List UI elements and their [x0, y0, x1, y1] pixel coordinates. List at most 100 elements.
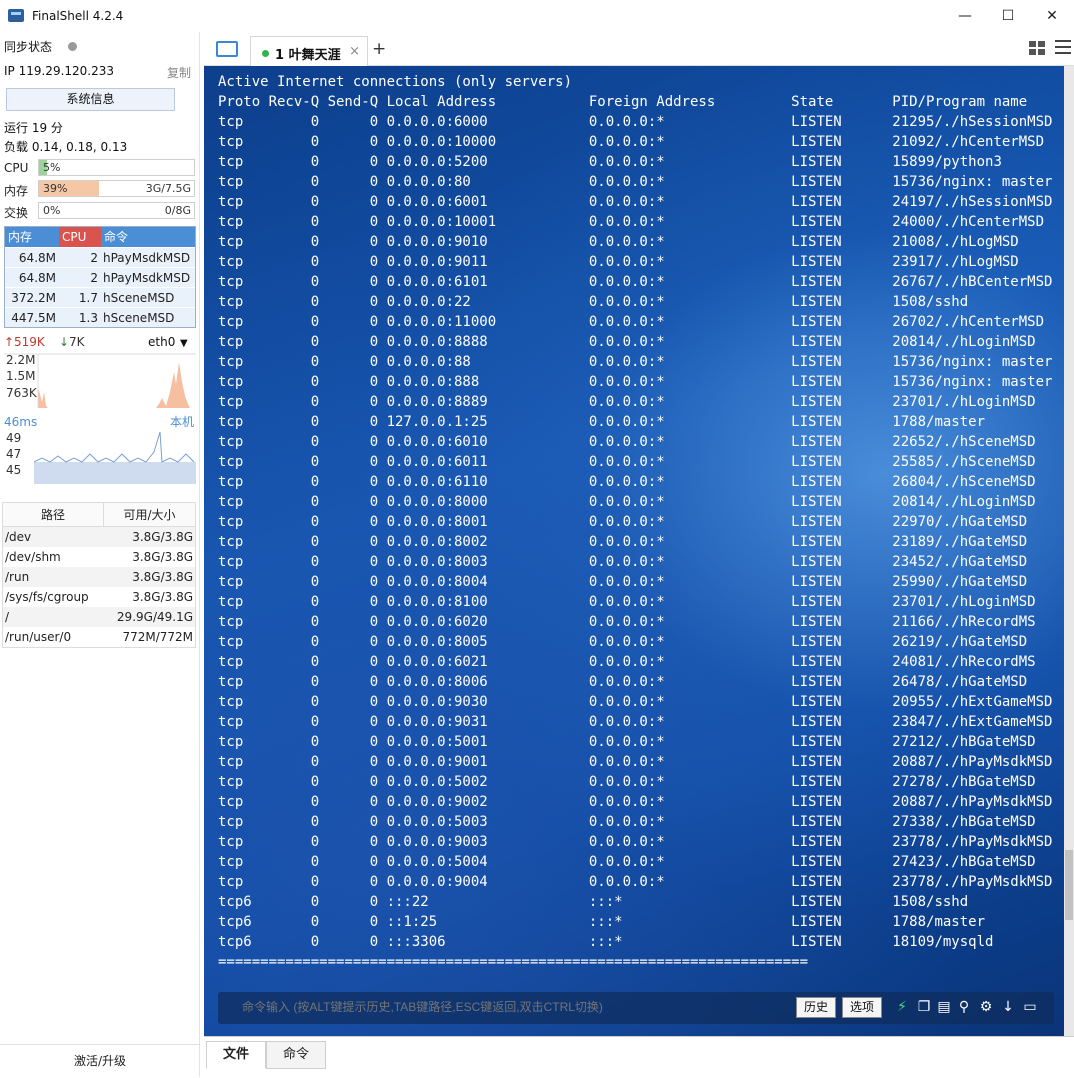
terminal-scrollbar[interactable]: [1064, 66, 1074, 1036]
server-ip: IP 119.29.120.233: [4, 64, 115, 78]
terminal-line: tcp 0 0 0.0.0.0:8000 0.0.0.0:* LISTEN 20…: [218, 494, 1036, 510]
paste-icon[interactable]: ▤: [936, 999, 952, 1015]
terminal-line: tcp 0 0 0.0.0.0:5004 0.0.0.0:* LISTEN 27…: [218, 854, 1036, 870]
ping-host[interactable]: 本机: [170, 415, 194, 429]
terminal-line: tcp6 0 0 :::3306 :::* LISTEN 18109/mysql…: [218, 934, 994, 950]
process-row[interactable]: 372.2M 1.7 hSceneMSD: [5, 287, 195, 307]
connected-status-icon: [262, 50, 269, 57]
folder-icon[interactable]: [216, 41, 238, 57]
scrollbar-thumb[interactable]: [1065, 850, 1073, 920]
header-path[interactable]: 路径: [3, 503, 104, 526]
disk-row[interactable]: /run/user/0 772M/772M: [3, 627, 195, 647]
terminal-line: tcp 0 0 0.0.0.0:6021 0.0.0.0:* LISTEN 24…: [218, 654, 1036, 670]
search-icon[interactable]: ⚲: [956, 999, 972, 1015]
terminal-line: tcp 0 0 0.0.0.0:8889 0.0.0.0:* LISTEN 23…: [218, 394, 1036, 410]
disk-row[interactable]: / 29.9G/49.1G: [3, 607, 195, 627]
system-info-button[interactable]: 系统信息: [6, 88, 175, 111]
upload-area: [156, 362, 190, 408]
net-tick: 2.2M: [6, 353, 35, 367]
header-mem[interactable]: 内存: [5, 227, 59, 247]
process-row[interactable]: 64.8M 2 hPayMsdkMSD: [5, 247, 195, 267]
upload-area: [38, 387, 48, 408]
disk-table: 路径 可用/大小 /dev 3.8G/3.8G /dev/shm 3.8G/3.8G…: [2, 502, 196, 648]
disk-path: /run/user/0: [5, 630, 72, 644]
disk-rows: /dev 3.8G/3.8G /dev/shm 3.8G/3.8G /run 3.8G…: [3, 527, 195, 647]
chevron-down-icon[interactable]: ▼: [180, 338, 188, 349]
terminal-line: tcp 0 0 0.0.0.0:6000 0.0.0.0:* LISTEN 21…: [218, 114, 1053, 130]
disk-row[interactable]: /sys/fs/cgroup 3.8G/3.8G: [3, 587, 195, 607]
close-button[interactable]: ✕: [1042, 6, 1062, 26]
swap-label: 交换: [4, 206, 29, 220]
terminal-line: ========================================…: [218, 954, 809, 970]
process-cmd: hSceneMSD: [103, 291, 175, 305]
title-bar: FinalShell 4.2.4 — ☐ ✕: [0, 0, 1074, 32]
terminal-line: tcp 0 0 0.0.0.0:5002 0.0.0.0:* LISTEN 27…: [218, 774, 1036, 790]
close-tab-icon[interactable]: ×: [349, 44, 360, 59]
terminal-line: tcp 0 0 0.0.0.0:9030 0.0.0.0:* LISTEN 20…: [218, 694, 1053, 710]
header-size[interactable]: 可用/大小: [104, 503, 195, 526]
tab-files[interactable]: 文件: [206, 1041, 266, 1069]
terminal-line: tcp 0 0 0.0.0.0:6010 0.0.0.0:* LISTEN 22…: [218, 434, 1036, 450]
header-cpu[interactable]: CPU: [59, 227, 101, 247]
terminal-line: tcp 0 0 0.0.0.0:8004 0.0.0.0:* LISTEN 25…: [218, 574, 1028, 590]
terminal-line: tcp 0 0 0.0.0.0:8006 0.0.0.0:* LISTEN 26…: [218, 674, 1028, 690]
process-row[interactable]: 447.5M 1.3 hSceneMSD: [5, 307, 195, 327]
process-mem: 64.8M: [18, 251, 56, 265]
menu-icon[interactable]: [1055, 40, 1071, 54]
copy-icon[interactable]: ❐: [916, 999, 932, 1015]
terminal-line: tcp 0 0 0.0.0.0:6011 0.0.0.0:* LISTEN 25…: [218, 454, 1036, 470]
terminal-line: tcp 0 0 0.0.0.0:9003 0.0.0.0:* LISTEN 23…: [218, 834, 1053, 850]
net-tick: 763K: [6, 386, 38, 400]
disk-row[interactable]: /run 3.8G/3.8G: [3, 567, 195, 587]
command-input[interactable]: [242, 1000, 782, 1014]
terminal-line: tcp 0 0 0.0.0.0:8888 0.0.0.0:* LISTEN 20…: [218, 334, 1036, 350]
terminal-line: tcp 0 0 0.0.0.0:9004 0.0.0.0:* LISTEN 23…: [218, 874, 1053, 890]
cpu-meter: 5%: [38, 159, 195, 176]
sidebar: 同步状态 IP 119.29.120.233 复制 系统信息 运行 19 分 负…: [0, 32, 200, 1077]
history-button[interactable]: 历史: [796, 997, 836, 1018]
process-row[interactable]: 64.8M 2 hPayMsdkMSD: [5, 267, 195, 287]
disk-size: 3.8G/3.8G: [132, 570, 193, 584]
process-mem: 447.5M: [11, 311, 56, 325]
process-table: 内存 CPU 命令 64.8M 2 hPayMsdkMSD 64.8M 2 hP…: [4, 226, 196, 328]
disk-row[interactable]: /dev/shm 3.8G/3.8G: [3, 547, 195, 567]
download-speed: 7K: [69, 335, 86, 349]
layout-grid-icon[interactable]: [1029, 41, 1045, 55]
minimize-button[interactable]: —: [955, 6, 975, 26]
tab-commands[interactable]: 命令: [266, 1041, 326, 1069]
disk-size: 3.8G/3.8G: [132, 550, 193, 564]
terminal-line: tcp 0 0 0.0.0.0:8003 0.0.0.0:* LISTEN 23…: [218, 554, 1028, 570]
ping-area: [34, 462, 196, 484]
gear-icon[interactable]: ⚙: [978, 999, 994, 1015]
terminal[interactable]: Active Internet connections (only server…: [204, 66, 1074, 1036]
add-tab-button[interactable]: +: [372, 39, 386, 59]
terminal-line: tcp 0 0 0.0.0.0:8002 0.0.0.0:* LISTEN 23…: [218, 534, 1028, 550]
ping-latency: 46ms: [4, 415, 37, 429]
terminal-line: tcp 0 0 0.0.0.0:9031 0.0.0.0:* LISTEN 23…: [218, 714, 1053, 730]
process-cpu: 2: [90, 251, 98, 265]
activate-upgrade-link[interactable]: 激活/升级: [0, 1044, 200, 1077]
disk-table-header: 路径 可用/大小: [3, 503, 195, 527]
session-tab[interactable]: 1 叶舞天涯 ×: [250, 36, 368, 66]
app-icon: [8, 9, 24, 22]
disk-path: /dev: [5, 530, 32, 544]
upload-speed: 519K: [14, 335, 46, 349]
process-cpu: 2: [90, 271, 98, 285]
network-interface[interactable]: eth0: [148, 335, 175, 349]
ping-tick: 45: [6, 463, 21, 477]
mem-meter: 39% 3G/7.5G: [38, 180, 195, 197]
lightning-icon[interactable]: ⚡: [894, 999, 910, 1015]
header-command[interactable]: 命令: [101, 227, 195, 247]
ping-line: [33, 431, 195, 463]
copy-ip-link[interactable]: 复制: [167, 64, 191, 81]
disk-size: 3.8G/3.8G: [132, 530, 193, 544]
disk-size: 3.8G/3.8G: [132, 590, 193, 604]
disk-size: 29.9G/49.1G: [116, 610, 193, 624]
download-icon[interactable]: ↓: [1000, 999, 1016, 1015]
terminal-line: Active Internet connections (only server…: [218, 74, 573, 90]
disk-row[interactable]: /dev 3.8G/3.8G: [3, 527, 195, 547]
upload-arrow-icon: ↑: [4, 335, 14, 349]
maximize-button[interactable]: ☐: [998, 6, 1018, 26]
options-button[interactable]: 选项: [842, 997, 882, 1018]
window-icon[interactable]: ▭: [1022, 999, 1038, 1015]
